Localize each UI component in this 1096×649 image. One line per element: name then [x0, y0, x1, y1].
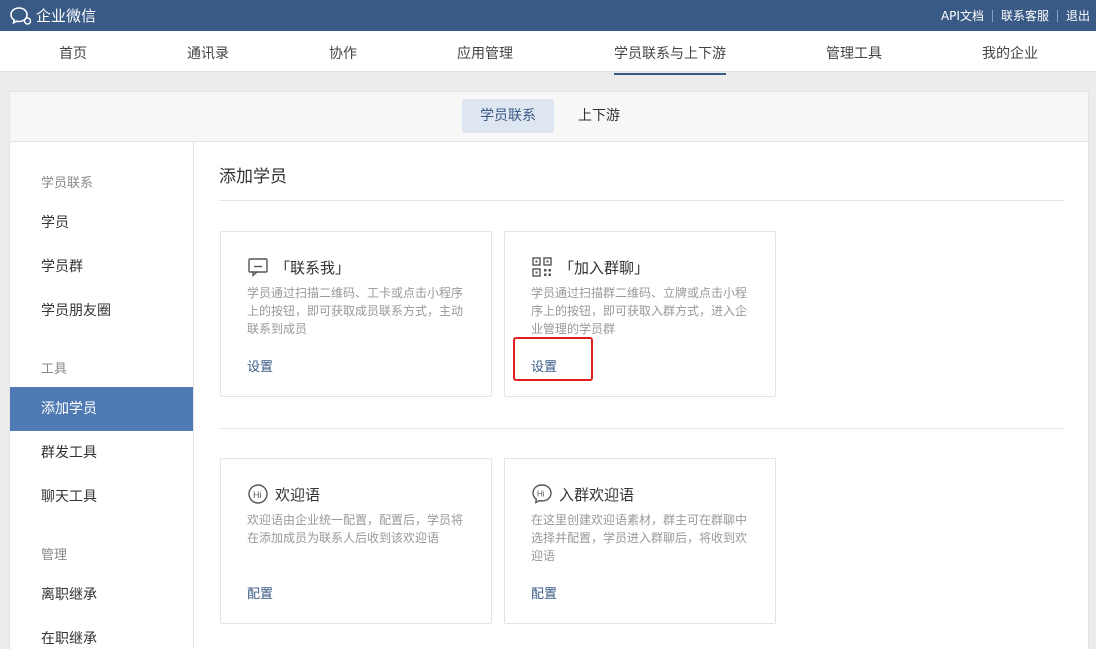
- content-area: 添加学员 「联系我」 学员通过扫描二维码、工卡或点击小程序上的按钮，即可获取成员…: [194, 142, 1088, 649]
- nav-app-management[interactable]: 应用管理: [457, 43, 513, 63]
- sidebar-item-resigned-inherit[interactable]: 离职继承: [10, 573, 193, 617]
- contact-me-settings-link[interactable]: 设置: [247, 356, 273, 375]
- sidebar-group-contact: 学员联系: [41, 176, 94, 191]
- card-title: 欢迎语: [275, 485, 321, 504]
- app-logo[interactable]: 企业微信: [10, 5, 96, 26]
- sidebar-item-customer-groups[interactable]: 学员群: [10, 245, 193, 289]
- sub-tabs: 学员联系 上下游: [10, 92, 1088, 142]
- wecom-logo-icon: [10, 6, 32, 25]
- contact-support-link[interactable]: 联系客服: [1001, 7, 1049, 24]
- sidebar: 学员联系 学员 学员群 学员朋友圈 工具 添加学员 群发工具 聊天工具 管理 离…: [10, 142, 194, 649]
- main-card: 学员联系 上下游 学员联系 学员 学员群 学员朋友圈 工具 添加学员 群发工具 …: [9, 91, 1089, 649]
- group-welcome-config-link[interactable]: 配置: [531, 583, 557, 602]
- nav-my-enterprise[interactable]: 我的企业: [982, 43, 1038, 63]
- sidebar-item-moments[interactable]: 学员朋友圈: [10, 289, 193, 333]
- api-docs-link[interactable]: API文档: [941, 7, 984, 24]
- hi-group-bubble-icon: Hi: [531, 483, 553, 505]
- feature-card-group-welcome: Hi 入群欢迎语 在这里创建欢迎语素材，群主可在群聊中选择并配置，学员进入群聊后…: [504, 458, 776, 624]
- app-title: 企业微信: [36, 7, 97, 25]
- sidebar-group-tools: 工具: [41, 362, 68, 377]
- hi-bubble-icon: Hi: [247, 483, 269, 505]
- top-bar: 企业微信 API文档 联系客服 退出: [0, 0, 1096, 31]
- card-description: 学员通过扫描群二维码、立牌或点击小程序上的按钮，即可获取入群方式，进入企业管理的…: [531, 286, 748, 336]
- join-group-settings-link[interactable]: 设置: [531, 356, 557, 375]
- sidebar-item-broadcast[interactable]: 群发工具: [10, 431, 193, 475]
- page-title: 添加学员: [219, 167, 287, 187]
- card-description: 欢迎语由企业统一配置，配置后，学员将在添加成员为联系人后收到该欢迎语: [247, 513, 464, 545]
- feature-card-join-group: 「加入群聊」 学员通过扫描群二维码、立牌或点击小程序上的按钮，即可获取入群方式，…: [504, 231, 776, 397]
- nav-management-tools[interactable]: 管理工具: [826, 43, 882, 63]
- svg-text:Hi: Hi: [253, 490, 262, 500]
- svg-text:Hi: Hi: [537, 490, 545, 499]
- card-title: 入群欢迎语: [559, 485, 635, 504]
- nav-customer-contact[interactable]: 学员联系与上下游: [614, 43, 726, 75]
- qr-code-icon: [531, 256, 553, 278]
- top-links: API文档 联系客服 退出: [941, 7, 1090, 24]
- tab-upstream-downstream[interactable]: 上下游: [572, 99, 626, 133]
- feature-card-contact-me: 「联系我」 学员通过扫描二维码、工卡或点击小程序上的按钮，即可获取成员联系方式，…: [220, 231, 492, 397]
- divider: [219, 200, 1064, 201]
- sidebar-item-onjob-inherit[interactable]: 在职继承: [10, 617, 193, 649]
- nav-home[interactable]: 首页: [59, 43, 87, 63]
- divider: [991, 9, 993, 22]
- logout-link[interactable]: 退出: [1066, 7, 1090, 24]
- chat-bubble-icon: [247, 256, 269, 278]
- feature-card-welcome-message: Hi 欢迎语 欢迎语由企业统一配置，配置后，学员将在添加成员为联系人后收到该欢迎…: [220, 458, 492, 624]
- card-title: 「联系我」: [275, 258, 351, 277]
- tab-customer-contact[interactable]: 学员联系: [462, 99, 554, 133]
- divider: [1056, 9, 1058, 22]
- card-description: 学员通过扫描二维码、工卡或点击小程序上的按钮，即可获取成员联系方式，主动联系到成…: [247, 286, 464, 336]
- welcome-message-config-link[interactable]: 配置: [247, 583, 273, 602]
- card-description: 在这里创建欢迎语素材，群主可在群聊中选择并配置，学员进入群聊后，将收到欢迎语: [531, 513, 748, 563]
- main-nav: 首页 通讯录 协作 应用管理 学员联系与上下游 管理工具 我的企业: [0, 31, 1096, 75]
- card-title: 「加入群聊」: [559, 258, 650, 277]
- sidebar-item-chat-tools[interactable]: 聊天工具: [10, 475, 193, 519]
- divider: [219, 428, 1064, 429]
- nav-collaboration[interactable]: 协作: [329, 43, 357, 63]
- sidebar-item-customers[interactable]: 学员: [10, 201, 193, 245]
- nav-contacts[interactable]: 通讯录: [187, 43, 229, 63]
- sidebar-group-management: 管理: [41, 548, 68, 563]
- sidebar-item-add-customer[interactable]: 添加学员: [10, 387, 193, 431]
